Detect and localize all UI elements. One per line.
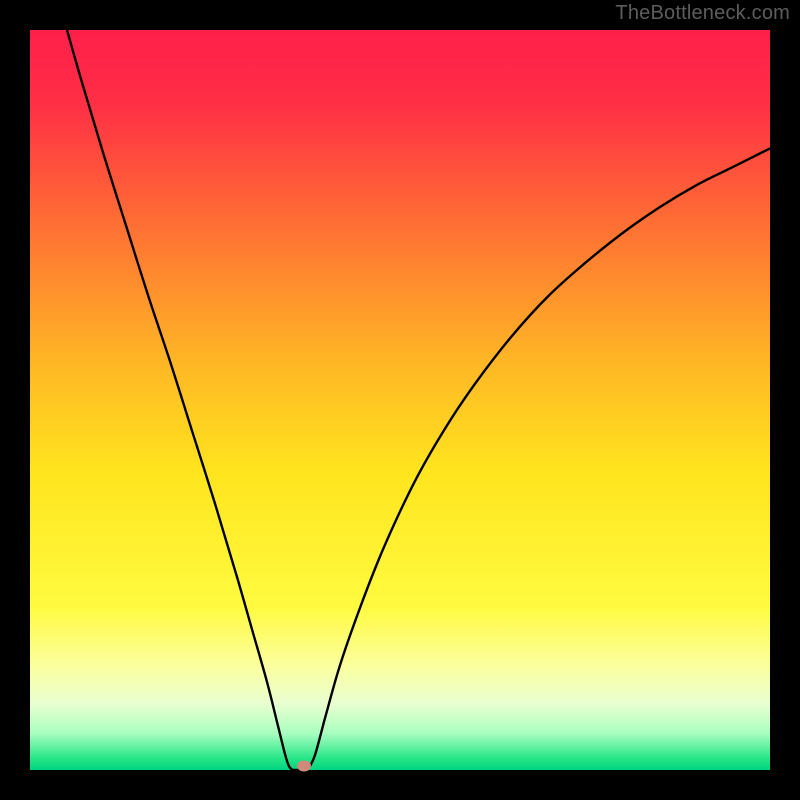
chart-background	[30, 30, 770, 770]
chart-frame: TheBottleneck.com	[0, 0, 800, 800]
watermark-label: TheBottleneck.com	[615, 2, 790, 25]
plot-area	[30, 30, 770, 770]
optimum-marker	[297, 761, 311, 772]
chart-svg	[30, 30, 770, 770]
